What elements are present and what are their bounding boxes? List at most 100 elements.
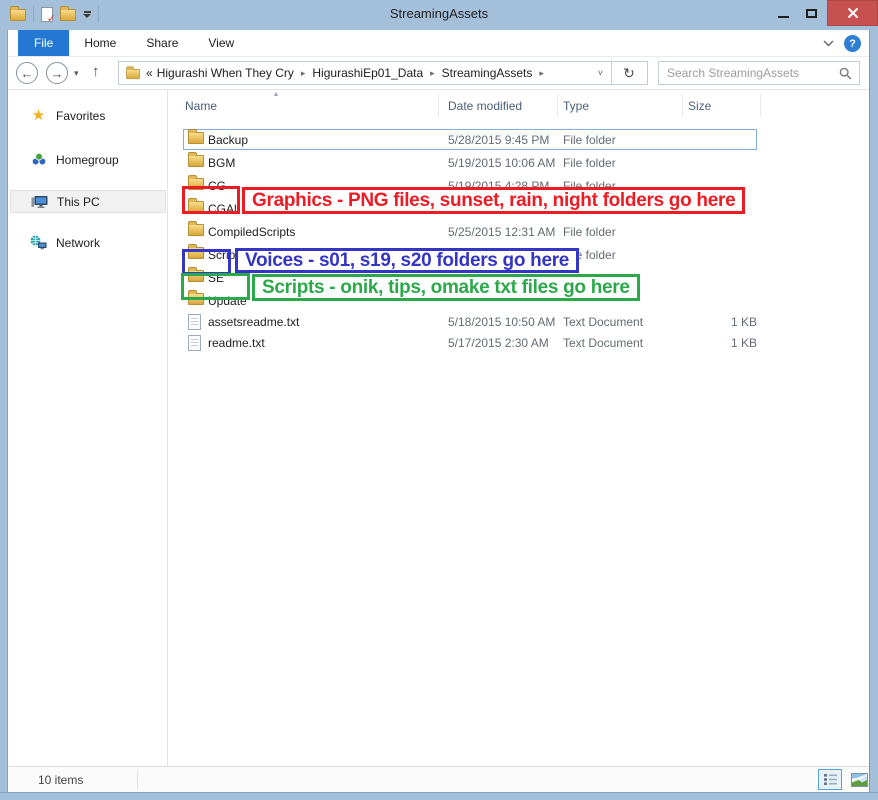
close-button[interactable] xyxy=(827,0,878,26)
file-date-modified: 5/25/2015 12:31 AM xyxy=(448,225,555,239)
sidebar-item-this-pc[interactable]: This PC xyxy=(10,190,166,213)
title-bar: ✓ StreamingAssets xyxy=(0,0,878,30)
tab-view[interactable]: View xyxy=(193,30,249,56)
window-border-left xyxy=(0,30,8,800)
file-size: 1 KB xyxy=(638,315,757,329)
window-border-right[interactable] xyxy=(869,30,878,800)
column-header-size[interactable]: Size xyxy=(688,99,711,113)
main-content: ★ Favorites Homegroup This PC Network ▴ Name… xyxy=(8,90,869,766)
address-bar[interactable]: « Higurashi When They Cry▸HigurashiEp01_… xyxy=(118,61,612,85)
status-bar: 10 items xyxy=(8,766,869,792)
breadcrumb-separator-icon: ▸ xyxy=(534,68,549,79)
annotation-blue-outline xyxy=(182,249,231,275)
minimize-icon xyxy=(778,16,789,18)
annotation-green-label: Scripts - onik, tips, omake txt files go… xyxy=(252,274,640,301)
sidebar-item-label: Homegroup xyxy=(56,153,119,167)
maximize-icon xyxy=(806,9,817,18)
file-type: File folder xyxy=(563,156,616,170)
up-button[interactable]: ↑ xyxy=(92,63,100,80)
recent-locations-dropdown-icon[interactable]: ▾ xyxy=(74,68,79,79)
tab-share[interactable]: Share xyxy=(131,30,193,56)
address-dropdown-icon[interactable]: ˅ xyxy=(598,68,605,78)
sidebar-item-label: Favorites xyxy=(56,109,105,123)
computer-icon xyxy=(31,194,48,210)
navigation-bar: ← → ▾ ↑ « Higurashi When They Cry▸Higura… xyxy=(8,57,869,90)
window-title: StreamingAssets xyxy=(0,0,878,28)
ribbon-tab-bar: FileHomeShareView ? xyxy=(8,30,869,57)
sidebar-item-label: Network xyxy=(56,236,100,250)
file-rows: Backup 5/28/2015 9:45 PM File folder BGM 5/1… xyxy=(169,127,869,353)
file-row[interactable]: BGM 5/19/2015 10:06 AM File folder xyxy=(169,152,869,173)
column-divider[interactable] xyxy=(682,94,683,116)
close-icon xyxy=(847,7,859,19)
column-header-date-modified[interactable]: Date modified xyxy=(448,99,522,113)
thumbnails-view-button[interactable] xyxy=(847,769,871,790)
forward-button[interactable]: → xyxy=(46,62,68,84)
file-row[interactable]: Backup 5/28/2015 9:45 PM File folder xyxy=(169,129,869,150)
ribbon-right-controls: ? xyxy=(823,30,861,57)
sidebar-item-network[interactable]: Network xyxy=(10,231,166,254)
folder-icon xyxy=(188,132,204,144)
file-type: Text Document xyxy=(563,315,643,329)
search-box xyxy=(658,61,860,85)
file-row[interactable]: assetsreadme.txt 5/18/2015 10:50 AM Text D… xyxy=(169,311,869,332)
details-view-button[interactable] xyxy=(818,769,842,790)
file-name: Backup xyxy=(208,133,248,147)
search-icon[interactable] xyxy=(839,67,859,80)
minimize-button[interactable] xyxy=(770,0,796,26)
homegroup-icon xyxy=(30,152,47,168)
item-count: 10 items xyxy=(38,773,83,787)
annotation-red-outline xyxy=(182,186,240,214)
search-input[interactable] xyxy=(659,66,839,80)
file-name: CompiledScripts xyxy=(208,225,295,239)
column-header-name[interactable]: Name xyxy=(185,99,217,113)
tab-file[interactable]: File xyxy=(18,30,69,56)
folder-icon xyxy=(188,155,204,167)
tab-home[interactable]: Home xyxy=(69,30,131,56)
navigation-pane: ★ Favorites Homegroup This PC Network xyxy=(8,90,168,766)
explorer-window: ✓ StreamingAssets FileHomeShareView ? ← … xyxy=(0,0,878,800)
file-size: 1 KB xyxy=(638,336,757,350)
file-name: BGM xyxy=(208,156,235,170)
folder-icon xyxy=(126,69,140,79)
sidebar-item-favorites[interactable]: ★ Favorites xyxy=(10,104,166,127)
file-date-modified: 5/19/2015 10:06 AM xyxy=(448,156,555,170)
column-divider[interactable] xyxy=(557,94,558,116)
file-row[interactable]: CompiledScripts5/25/2015 12:31 AMFile fo… xyxy=(169,221,869,242)
star-icon: ★ xyxy=(30,108,47,124)
text-file-icon xyxy=(188,314,201,330)
back-button[interactable]: ← xyxy=(16,62,38,84)
file-type: File folder xyxy=(563,133,616,147)
sidebar-item-homegroup[interactable]: Homegroup xyxy=(10,148,166,171)
help-icon[interactable]: ? xyxy=(844,35,861,52)
breadcrumb-segment[interactable]: HigurashiEp01_Data xyxy=(310,66,425,80)
breadcrumb-segment[interactable]: Higurashi When They Cry xyxy=(155,66,296,80)
status-separator xyxy=(137,770,138,789)
breadcrumb: Higurashi When They Cry▸HigurashiEp01_Da… xyxy=(155,66,549,80)
annotation-blue-label: Voices - s01, s19, s20 folders go here xyxy=(235,248,579,273)
column-header-type[interactable]: Type xyxy=(563,99,589,113)
network-icon xyxy=(30,235,47,251)
column-headers: ▴ Name Date modified Type Size xyxy=(169,90,869,120)
folder-icon xyxy=(188,224,204,236)
refresh-button[interactable]: ↻ xyxy=(611,61,648,85)
column-divider[interactable] xyxy=(760,94,761,116)
text-file-icon xyxy=(188,335,201,351)
file-type: Text Document xyxy=(563,336,643,350)
breadcrumb-segment[interactable]: StreamingAssets xyxy=(440,66,535,80)
file-name: readme.txt xyxy=(208,336,265,350)
sidebar-item-label: This PC xyxy=(57,195,100,209)
file-date-modified: 5/17/2015 2:30 AM xyxy=(448,336,549,350)
file-date-modified: 5/28/2015 9:45 PM xyxy=(448,133,549,147)
file-date-modified: 5/18/2015 10:50 AM xyxy=(448,315,555,329)
breadcrumb-prefix: « xyxy=(146,66,155,80)
file-row[interactable]: readme.txt 5/17/2015 2:30 AM Text Document… xyxy=(169,332,869,353)
annotation-red-label: Graphics - PNG files, sunset, rain, nigh… xyxy=(242,187,745,214)
breadcrumb-separator-icon: ▸ xyxy=(425,68,440,79)
maximize-button[interactable] xyxy=(798,0,824,26)
window-border-bottom xyxy=(0,792,878,800)
sort-ascending-icon: ▴ xyxy=(274,89,278,98)
chevron-down-icon[interactable] xyxy=(823,40,834,47)
column-divider[interactable] xyxy=(438,94,439,116)
file-name: assetsreadme.txt xyxy=(208,315,299,329)
